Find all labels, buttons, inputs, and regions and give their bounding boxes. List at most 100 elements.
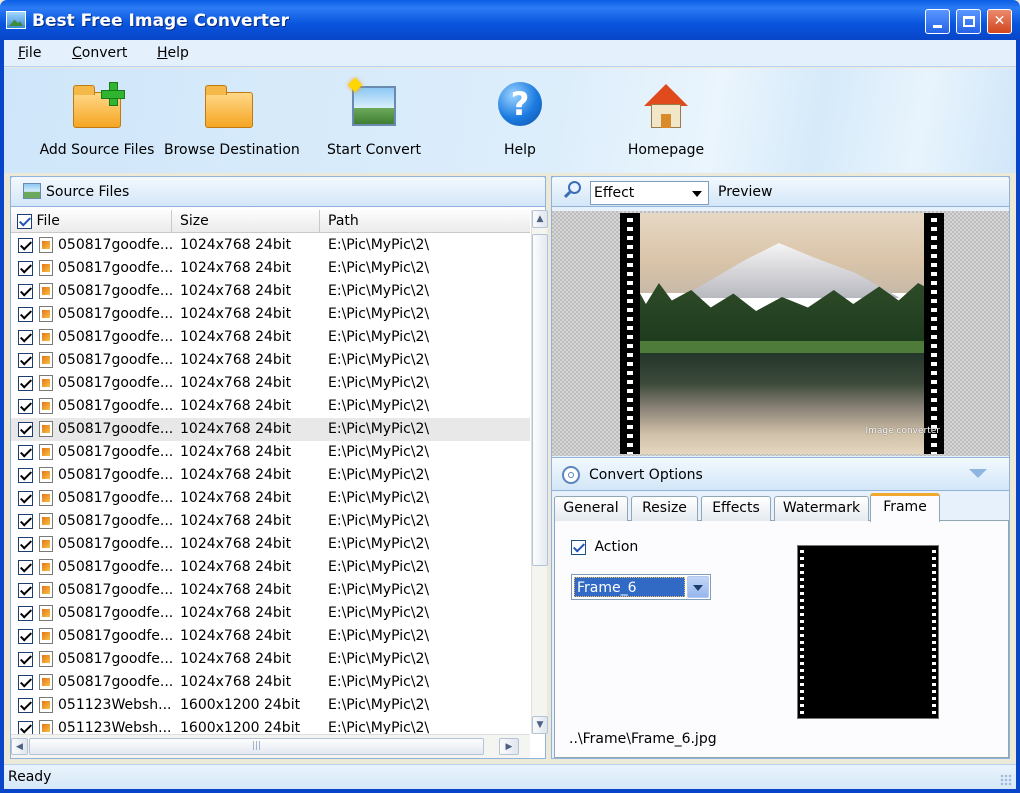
- magic-picture-icon: [347, 77, 400, 132]
- row-checkbox[interactable]: [18, 445, 33, 460]
- collapse-icon[interactable]: [969, 469, 987, 478]
- column-size[interactable]: Size: [172, 210, 320, 233]
- row-checkbox[interactable]: [18, 606, 33, 621]
- maximize-button[interactable]: [956, 9, 981, 34]
- row-checkbox[interactable]: [18, 330, 33, 345]
- horizontal-scrollbar[interactable]: ◀ ||| ▶: [11, 734, 530, 758]
- convert-options-header[interactable]: Convert Options: [552, 457, 1009, 491]
- frame-select[interactable]: Frame_6: [571, 574, 711, 600]
- table-row[interactable]: 050817goodfe... 1024x768 24bit E:\Pic\MyPi…: [11, 625, 530, 648]
- table-row[interactable]: 050817goodfe... 1024x768 24bit E:\Pic\MyPi…: [11, 234, 530, 257]
- row-checkbox[interactable]: [18, 560, 33, 575]
- row-checkbox[interactable]: [18, 468, 33, 483]
- scroll-up-button[interactable]: ▲: [532, 210, 548, 228]
- table-row[interactable]: 050817goodfe... 1024x768 24bit E:\Pic\MyPi…: [11, 671, 530, 694]
- film-perforation-right: [924, 213, 944, 454]
- row-checkbox[interactable]: [18, 491, 33, 506]
- table-row[interactable]: 051123Websh... 1600x1200 24bit E:\Pic\MyPi…: [11, 694, 530, 717]
- table-row[interactable]: 050817goodfe... 1024x768 24bit E:\Pic\MyPi…: [11, 395, 530, 418]
- add-source-files-button[interactable]: Add Source Files: [30, 80, 164, 158]
- table-row[interactable]: 050817goodfe... 1024x768 24bit E:\Pic\MyPi…: [11, 326, 530, 349]
- row-checkbox[interactable]: [18, 698, 33, 713]
- action-checkbox-row[interactable]: Action: [571, 539, 638, 555]
- tab-resize[interactable]: Resize: [631, 496, 698, 521]
- homepage-button[interactable]: Homepage: [624, 80, 708, 158]
- tab-effects[interactable]: Effects: [701, 496, 771, 521]
- browse-destination-button[interactable]: Browse Destination: [164, 80, 300, 158]
- dropdown-arrow-icon[interactable]: [687, 576, 709, 598]
- table-row[interactable]: 050817goodfe... 1024x768 24bit E:\Pic\MyPi…: [11, 533, 530, 556]
- table-row[interactable]: 050817goodfe... 1024x768 24bit E:\Pic\MyPi…: [11, 602, 530, 625]
- image-file-icon: [39, 421, 53, 437]
- vertical-scrollbar[interactable]: ▲ ▼: [531, 210, 548, 734]
- effect-select[interactable]: Effect: [590, 181, 709, 205]
- preview-image: Image converter: [620, 213, 944, 454]
- start-convert-button[interactable]: Start Convert: [324, 77, 424, 158]
- row-checkbox[interactable]: [18, 284, 33, 299]
- row-checkbox[interactable]: [18, 652, 33, 667]
- scroll-right-button[interactable]: ▶: [499, 738, 519, 755]
- menu-file[interactable]: File: [18, 45, 41, 61]
- tab-watermark[interactable]: Watermark: [774, 496, 869, 521]
- row-checkbox[interactable]: [18, 721, 33, 734]
- table-row[interactable]: 050817goodfe... 1024x768 24bit E:\Pic\MyPi…: [11, 556, 530, 579]
- close-icon: ✕: [993, 13, 1006, 29]
- row-checkbox[interactable]: [18, 307, 33, 322]
- list-header: File Size Path: [11, 210, 530, 233]
- select-all-checkbox[interactable]: [17, 213, 32, 229]
- row-checkbox[interactable]: [18, 261, 33, 276]
- row-checkbox[interactable]: [18, 675, 33, 690]
- preview-label: Preview: [718, 184, 773, 200]
- row-checkbox[interactable]: [18, 537, 33, 552]
- menu-help[interactable]: Help: [157, 45, 189, 61]
- row-checkbox[interactable]: [18, 353, 33, 368]
- cell-path: E:\Pic\MyPic\2\: [328, 490, 430, 506]
- cell-file: 050817goodfe...: [58, 260, 174, 276]
- image-file-icon: [39, 260, 53, 276]
- resize-grip-icon[interactable]: [1000, 774, 1012, 786]
- table-row[interactable]: 050817goodfe... 1024x768 24bit E:\Pic\MyPi…: [11, 648, 530, 671]
- row-checkbox[interactable]: [18, 238, 33, 253]
- table-row[interactable]: 050817goodfe... 1024x768 24bit E:\Pic\MyPi…: [11, 464, 530, 487]
- tab-frame[interactable]: Frame: [870, 493, 940, 522]
- close-button[interactable]: ✕: [987, 9, 1012, 34]
- row-checkbox[interactable]: [18, 583, 33, 598]
- cell-file: 050817goodfe...: [58, 352, 174, 368]
- table-row[interactable]: 050817goodfe... 1024x768 24bit E:\Pic\MyPi…: [11, 441, 530, 464]
- window-border-right: [1016, 40, 1020, 793]
- menu-bar: File Convert Help: [4, 40, 1016, 67]
- cell-size: 1024x768 24bit: [180, 283, 292, 299]
- column-file[interactable]: File: [11, 210, 172, 233]
- table-row[interactable]: 050817goodfe... 1024x768 24bit E:\Pic\MyPi…: [11, 487, 530, 510]
- cell-path: E:\Pic\MyPic\2\: [328, 444, 430, 460]
- scroll-down-button[interactable]: ▼: [532, 716, 548, 734]
- tab-general[interactable]: General: [554, 496, 628, 521]
- minimize-button[interactable]: [925, 9, 950, 34]
- row-checkbox[interactable]: [18, 514, 33, 529]
- action-checkbox[interactable]: [571, 539, 586, 555]
- cell-size: 1024x768 24bit: [180, 398, 292, 414]
- row-checkbox[interactable]: [18, 376, 33, 391]
- table-row[interactable]: 050817goodfe... 1024x768 24bit E:\Pic\MyPi…: [11, 349, 530, 372]
- help-button[interactable]: ? Help: [480, 80, 560, 158]
- table-row[interactable]: 051123Websh... 1600x1200 24bit E:\Pic\MyPi…: [11, 717, 530, 734]
- effect-select-value: Effect: [594, 185, 635, 201]
- table-row[interactable]: 050817goodfe... 1024x768 24bit E:\Pic\MyPi…: [11, 372, 530, 395]
- vertical-scroll-thumb[interactable]: [532, 234, 548, 566]
- row-checkbox[interactable]: [18, 422, 33, 437]
- table-row[interactable]: 050817goodfe... 1024x768 24bit E:\Pic\MyPi…: [11, 303, 530, 326]
- table-row[interactable]: 050817goodfe... 1024x768 24bit E:\Pic\MyPi…: [11, 510, 530, 533]
- image-file-icon: [39, 237, 53, 253]
- table-row[interactable]: 050817goodfe... 1024x768 24bit E:\Pic\MyPi…: [11, 257, 530, 280]
- row-checkbox[interactable]: [18, 399, 33, 414]
- column-path[interactable]: Path: [320, 210, 530, 233]
- image-file-icon: [39, 329, 53, 345]
- table-row[interactable]: 050817goodfe... 1024x768 24bit E:\Pic\MyPi…: [11, 579, 530, 602]
- menu-convert[interactable]: Convert: [72, 45, 127, 61]
- scroll-left-button[interactable]: ◀: [11, 738, 28, 755]
- horizontal-scroll-thumb[interactable]: |||: [29, 738, 484, 755]
- table-row[interactable]: 050817goodfe... 1024x768 24bit E:\Pic\MyPi…: [11, 280, 530, 303]
- row-checkbox[interactable]: [18, 629, 33, 644]
- table-row[interactable]: 050817goodfe... 1024x768 24bit E:\Pic\MyPi…: [11, 418, 530, 441]
- cell-path: E:\Pic\MyPic\2\: [328, 582, 430, 598]
